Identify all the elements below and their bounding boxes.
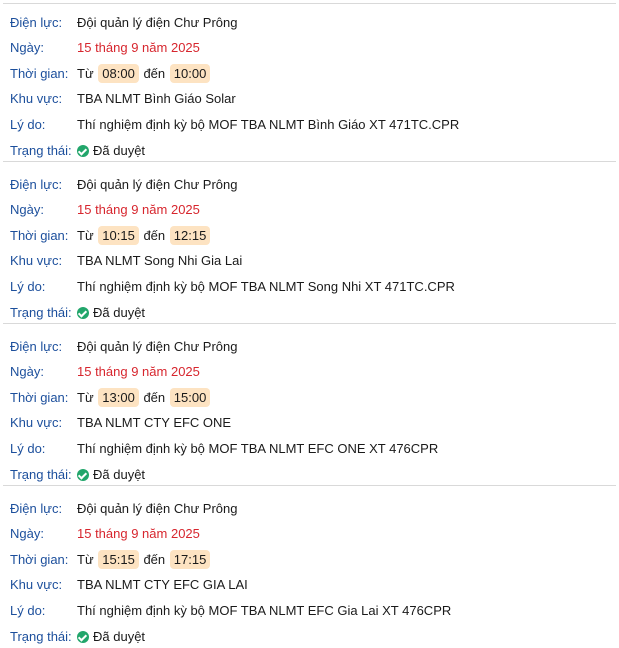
status-label: Trạng thái:: [10, 629, 72, 644]
status-label: Trạng thái:: [10, 467, 72, 482]
time-label: Thời gian:: [10, 390, 69, 405]
area-value: TBA NLMT Song Nhi Gia Lai: [77, 253, 243, 268]
reason-value: Thí nghiệm định kỳ bộ MOF TBA NLMT Song …: [77, 279, 455, 294]
unit-value: Đội quản lý điện Chư Prông: [77, 501, 238, 516]
date-label: Ngày:: [10, 364, 44, 379]
status-label: Trạng thái:: [10, 143, 72, 158]
date-label: Ngày:: [10, 526, 44, 541]
area-value: TBA NLMT CTY EFC GIA LAI: [77, 577, 248, 592]
check-circle-icon: [77, 469, 89, 481]
status-badge: Đã duyệt: [77, 464, 145, 486]
reason-value: Thí nghiệm định kỳ bộ MOF TBA NLMT EFC G…: [77, 603, 452, 618]
reason-label: Lý do:: [10, 441, 46, 456]
status-value: Đã duyệt: [93, 305, 146, 320]
check-circle-icon: [77, 145, 89, 157]
status-value: Đã duyệt: [93, 629, 146, 644]
time-range: Từ 08:00 đến 10:00: [77, 63, 211, 85]
unit-label: Điện lực:: [10, 339, 63, 354]
unit-label: Điện lực:: [10, 15, 63, 30]
unit-label: Điện lực:: [10, 177, 63, 192]
time-range: Từ 15:15 đến 17:15: [77, 549, 211, 571]
time-from-word: Từ: [77, 66, 94, 81]
time-to-word: đến: [143, 390, 166, 405]
end-time-badge: 17:15: [169, 550, 211, 569]
unit-value: Đội quản lý điện Chư Prông: [77, 339, 238, 354]
reason-value: Thí nghiệm định kỳ bộ MOF TBA NLMT Bình …: [77, 117, 460, 132]
unit-value: Đội quản lý điện Chư Prông: [77, 177, 238, 192]
area-value: TBA NLMT Bình Giáo Solar: [77, 91, 236, 106]
unit-label: Điện lực:: [10, 501, 63, 516]
check-circle-icon: [77, 307, 89, 319]
unit-value: Đội quản lý điện Chư Prông: [77, 15, 238, 30]
time-to-word: đến: [143, 66, 166, 81]
time-range: Từ 13:00 đến 15:00: [77, 387, 211, 409]
time-label: Thời gian:: [10, 228, 69, 243]
date-label: Ngày:: [10, 40, 44, 55]
date-label: Ngày:: [10, 202, 44, 217]
time-label: Thời gian:: [10, 66, 69, 81]
area-label: Khu vực:: [10, 91, 63, 106]
status-label: Trạng thái:: [10, 305, 72, 320]
time-from-word: Từ: [77, 390, 94, 405]
area-label: Khu vực:: [10, 577, 63, 592]
time-to-word: đến: [143, 552, 166, 567]
start-time-badge: 13:00: [98, 388, 139, 407]
date-value: 15 tháng 9 năm 2025: [77, 364, 200, 379]
end-time-badge: 15:00: [169, 388, 211, 407]
status-badge: Đã duyệt: [77, 302, 145, 324]
end-time-badge: 12:15: [169, 226, 211, 245]
status-badge: Đã duyệt: [77, 140, 145, 162]
check-circle-icon: [77, 631, 89, 643]
date-value: 15 tháng 9 năm 2025: [77, 526, 200, 541]
outage-entry: Điện lực: Đội quản lý điện Chư Prông Ngà…: [0, 0, 619, 162]
start-time-badge: 15:15: [98, 550, 139, 569]
start-time-badge: 08:00: [98, 64, 139, 83]
time-from-word: Từ: [77, 228, 94, 243]
reason-label: Lý do:: [10, 117, 46, 132]
reason-label: Lý do:: [10, 279, 46, 294]
reason-label: Lý do:: [10, 603, 46, 618]
start-time-badge: 10:15: [98, 226, 139, 245]
outage-entry: Điện lực: Đội quản lý điện Chư Prông Ngà…: [0, 324, 619, 486]
time-to-word: đến: [143, 228, 166, 243]
reason-value: Thí nghiệm định kỳ bộ MOF TBA NLMT EFC O…: [77, 441, 439, 456]
time-label: Thời gian:: [10, 552, 69, 567]
end-time-badge: 10:00: [169, 64, 211, 83]
outage-entry: Điện lực: Đội quản lý điện Chư Prông Ngà…: [0, 486, 619, 648]
status-badge: Đã duyệt: [77, 626, 145, 648]
date-value: 15 tháng 9 năm 2025: [77, 40, 200, 55]
area-label: Khu vực:: [10, 415, 63, 430]
date-value: 15 tháng 9 năm 2025: [77, 202, 200, 217]
time-from-word: Từ: [77, 552, 94, 567]
outage-entry: Điện lực: Đội quản lý điện Chư Prông Ngà…: [0, 162, 619, 324]
area-value: TBA NLMT CTY EFC ONE: [77, 415, 232, 430]
status-value: Đã duyệt: [93, 143, 146, 158]
area-label: Khu vực:: [10, 253, 63, 268]
outage-schedule-list: Điện lực: Đội quản lý điện Chư Prông Ngà…: [0, 0, 619, 648]
time-range: Từ 10:15 đến 12:15: [77, 225, 211, 247]
status-value: Đã duyệt: [93, 467, 146, 482]
